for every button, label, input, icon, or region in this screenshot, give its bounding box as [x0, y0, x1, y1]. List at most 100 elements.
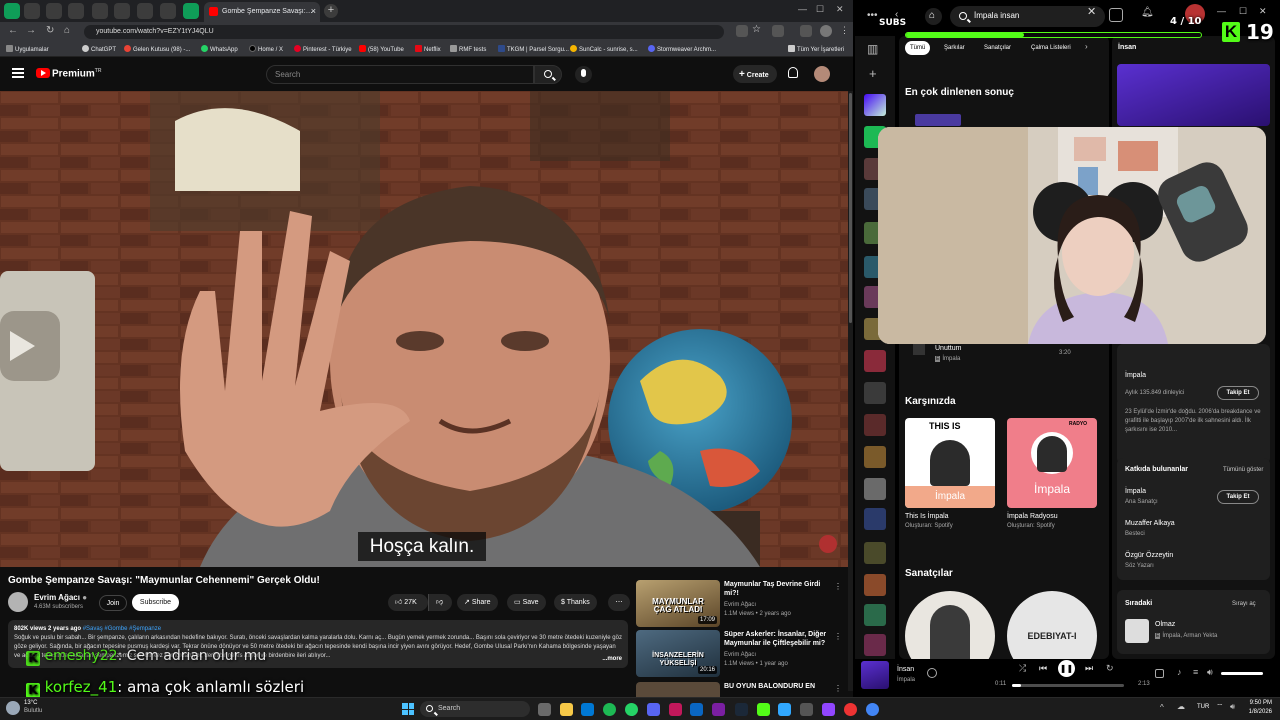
now-playing-artist[interactable]: İmpala: [897, 677, 915, 683]
more-options-icon[interactable]: ⋮: [834, 684, 842, 693]
more-menu-icon[interactable]: •••: [867, 10, 878, 21]
lyrics-icon[interactable]: ♪: [1177, 667, 1182, 677]
clock-time[interactable]: 9:50 PM: [1246, 700, 1272, 706]
extension-icon[interactable]: [736, 25, 748, 37]
create-playlist-icon[interactable]: +: [869, 66, 877, 81]
store-icon[interactable]: [581, 703, 594, 716]
follow-button[interactable]: Takip Et: [1217, 386, 1259, 400]
filter-chip-all[interactable]: Tümü: [905, 41, 931, 55]
library-item[interactable]: [864, 382, 886, 404]
bookmark-youtube[interactable]: (58) YouTube: [359, 45, 404, 53]
app-taskbar-icon[interactable]: [712, 703, 725, 716]
song-artist[interactable]: E İmpala: [935, 356, 960, 362]
library-item[interactable]: [864, 634, 886, 656]
browse-icon[interactable]: [1109, 8, 1123, 22]
artist-card[interactable]: EDEBIYAT-I: [1007, 591, 1097, 659]
minimize-icon[interactable]: —: [798, 4, 807, 14]
notifications-bell-icon[interactable]: [788, 67, 798, 78]
page-scrollbar[interactable]: [848, 91, 853, 691]
input-language[interactable]: TUR: [1197, 704, 1209, 710]
voice-search-mic-icon[interactable]: [575, 66, 592, 83]
extension-icon[interactable]: [800, 25, 812, 37]
bookmark-x[interactable]: Home / X: [249, 45, 283, 53]
card-title[interactable]: This Is İmpala: [905, 513, 995, 520]
credit-name[interactable]: Muzaffer Alkaya: [1125, 520, 1175, 527]
pinned-tab[interactable]: [24, 3, 40, 19]
credit-name[interactable]: Özgür Özzeytin: [1125, 552, 1173, 559]
app-taskbar-icon[interactable]: [669, 703, 682, 716]
pinned-tab[interactable]: [137, 3, 153, 19]
library-item[interactable]: [864, 446, 886, 468]
description-hashtags[interactable]: #Savaş #Gombe #Şempanze: [83, 626, 161, 632]
volume-icon[interactable]: 🔊︎: [1207, 667, 1213, 678]
maximize-icon[interactable]: ☐: [816, 4, 824, 15]
now-playing-title[interactable]: İnsan: [897, 666, 914, 673]
filter-chip-artists[interactable]: Sanatçılar: [979, 41, 1016, 55]
subscribe-button[interactable]: Subscribe: [132, 594, 179, 611]
library-item[interactable]: [864, 542, 886, 564]
pause-button[interactable]: ❚❚: [1058, 660, 1075, 677]
maximize-icon[interactable]: ☐: [1239, 6, 1247, 17]
more-options-icon[interactable]: ⋮: [834, 582, 842, 591]
kick-taskbar-icon[interactable]: [757, 703, 770, 716]
save-button[interactable]: ▭ Save: [507, 594, 546, 611]
youtube-logo-icon[interactable]: [36, 68, 50, 78]
twitch-taskbar-icon[interactable]: [822, 703, 835, 716]
volume-icon[interactable]: 🔊︎: [1230, 702, 1235, 712]
bookmark-gmail[interactable]: Gelen Kutusu (98) -...: [124, 45, 190, 53]
recommendation-title[interactable]: Maymunlar Taş Devrine Girdi mi?!: [724, 580, 834, 598]
queue-icon[interactable]: ≡: [1193, 667, 1198, 677]
menu-icon[interactable]: ⋮: [840, 25, 849, 36]
library-icon[interactable]: ▥: [867, 42, 878, 56]
recommendation-title[interactable]: BU OYUN BALONDURU EN: [724, 682, 834, 691]
bookmark-whatsapp[interactable]: WhatsApp: [201, 45, 238, 53]
dislike-button[interactable]: 👎︎: [428, 594, 452, 611]
app-taskbar-icon[interactable]: [844, 703, 857, 716]
profile-icon[interactable]: [820, 25, 832, 37]
thanks-button[interactable]: $ Thanks: [554, 594, 597, 611]
bookmark-rmf[interactable]: RMF tests: [450, 45, 486, 53]
library-item[interactable]: [864, 414, 886, 436]
credit-name[interactable]: İmpala: [1125, 488, 1146, 495]
cloud-icon[interactable]: ☁: [1177, 702, 1185, 711]
follow-button[interactable]: Takip Et: [1217, 490, 1259, 504]
close-icon[interactable]: ✕: [1259, 6, 1267, 17]
song-cover[interactable]: [913, 343, 925, 355]
add-to-library-icon[interactable]: [927, 668, 937, 678]
spotify-search-input[interactable]: İmpala insan: [950, 6, 1105, 27]
extension-icon[interactable]: [772, 25, 784, 37]
library-item[interactable]: [864, 604, 886, 626]
recommendation-thumbnail[interactable]: İNSANZELERİN YÜKSELİŞİ 20:16: [636, 630, 720, 677]
join-button[interactable]: Join: [99, 595, 127, 611]
library-item[interactable]: [864, 574, 886, 596]
shuffle-icon[interactable]: ⤮: [1019, 663, 1026, 674]
app-taskbar-icon[interactable]: [800, 703, 813, 716]
more-actions-button[interactable]: ⋯: [608, 594, 630, 611]
clock-date[interactable]: 1/8/2026: [1246, 709, 1272, 715]
filter-chip-songs[interactable]: Şarkılar: [939, 41, 970, 55]
show-all-credits-link[interactable]: Tümünü göster: [1223, 467, 1263, 473]
task-view-icon[interactable]: [538, 703, 551, 716]
top-result-image[interactable]: [915, 114, 961, 126]
card-title[interactable]: İmpala Radyosu: [1007, 513, 1097, 520]
seek-bar[interactable]: [1012, 684, 1124, 687]
file-explorer-icon[interactable]: [560, 703, 573, 716]
radio-card[interactable]: RADYO İmpala İmpala Radyosu Oluşturan: S…: [1007, 418, 1097, 529]
bookmark-apps[interactable]: Uygulamalar: [6, 45, 49, 53]
bookmark-suncalc[interactable]: SunCalc - sunrise, s...: [570, 45, 638, 53]
close-window-icon[interactable]: ✕: [836, 4, 844, 15]
song-title[interactable]: Unuttum: [935, 345, 961, 352]
pinned-tab[interactable]: [114, 3, 130, 19]
tray-overflow-icon[interactable]: ^: [1160, 703, 1164, 712]
show-more-link[interactable]: ...more: [598, 655, 622, 664]
active-tab[interactable]: Gombe Şempanze Savaşı: "Ma ×: [204, 2, 320, 22]
taskbar-search[interactable]: Search: [420, 701, 530, 717]
photoshop-taskbar-icon[interactable]: [778, 703, 791, 716]
reload-icon[interactable]: ↻: [46, 25, 54, 36]
hamburger-menu-icon[interactable]: [12, 68, 24, 78]
youtube-premium-logo[interactable]: PremiumTR: [52, 68, 101, 79]
home-button[interactable]: ⌂: [925, 8, 942, 25]
queue-song-title[interactable]: Olmaz: [1155, 621, 1175, 628]
recommendation-thumbnail[interactable]: [636, 682, 720, 697]
artist-card-impala[interactable]: [905, 591, 995, 659]
